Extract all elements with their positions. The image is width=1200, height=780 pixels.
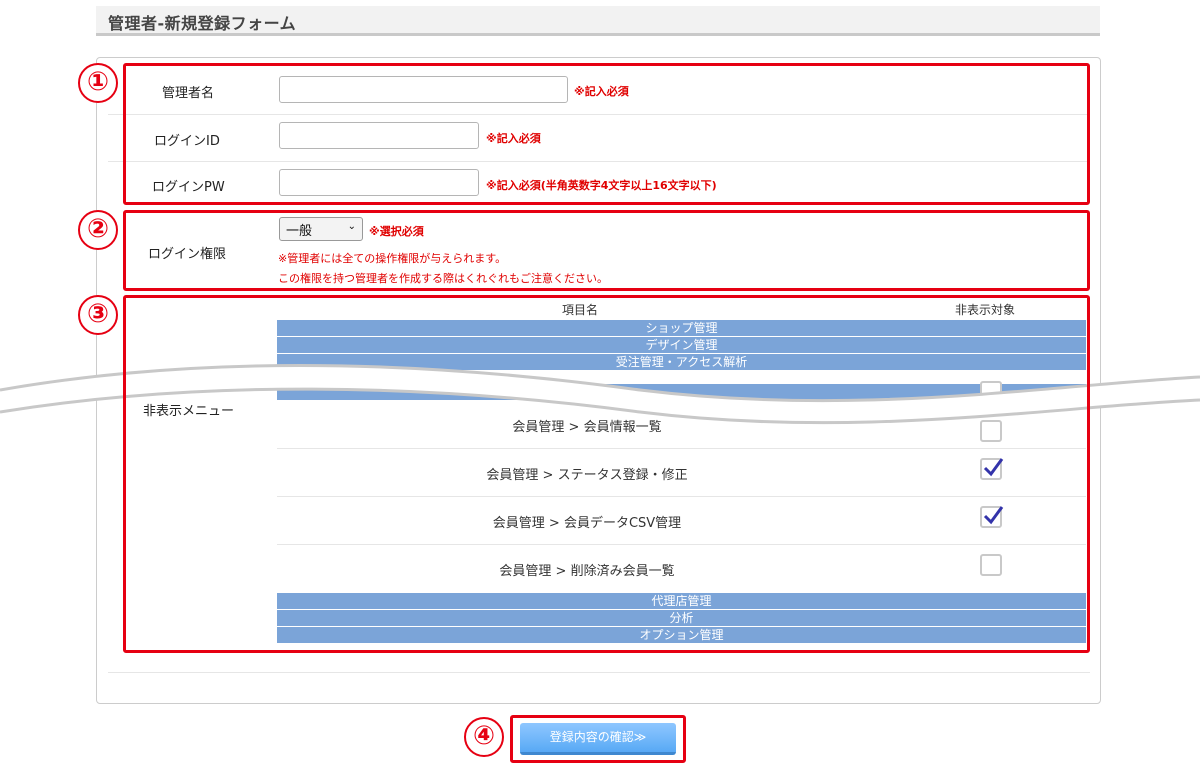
highlight-frame-3: [123, 295, 1090, 653]
highlight-frame-2: [123, 210, 1090, 291]
page-title: 管理者-新規登録フォーム: [96, 6, 1100, 36]
highlight-frame-1: [123, 63, 1090, 205]
confirm-registration-button[interactable]: 登録内容の確認≫: [520, 723, 676, 755]
row-divider: [108, 672, 1090, 673]
callout-2: ②: [78, 210, 118, 250]
callout-3: ③: [78, 295, 118, 335]
callout-4: ④: [464, 717, 504, 757]
callout-1: ①: [78, 63, 118, 103]
